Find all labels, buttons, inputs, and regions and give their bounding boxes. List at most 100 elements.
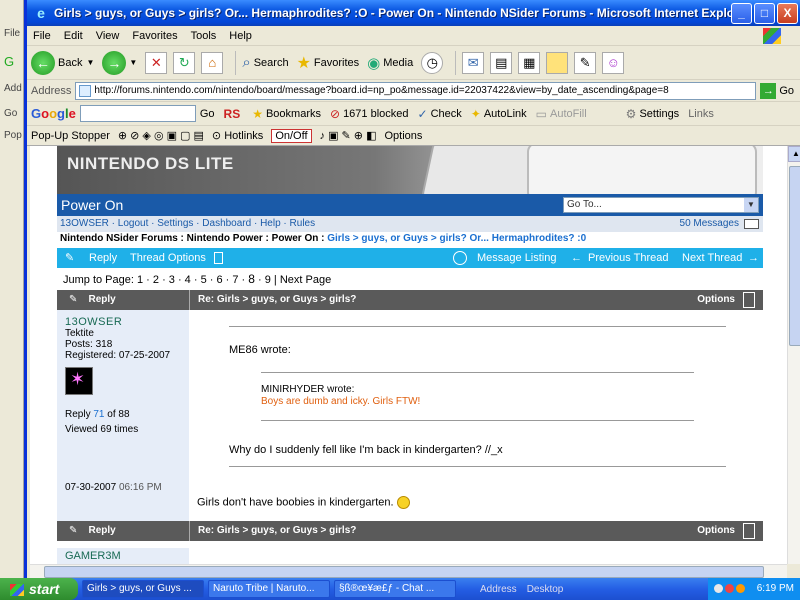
tray-icon[interactable] [725, 583, 734, 593]
history-icon[interactable]: ◷ [421, 51, 444, 74]
post-reply-button[interactable]: ✎ Reply [69, 290, 184, 310]
onoff-toggle[interactable]: On/Off [271, 128, 312, 143]
bookmarks-button[interactable]: ★ Bookmarks [252, 107, 321, 121]
options-button[interactable]: Options [384, 130, 422, 142]
tray-icon[interactable] [714, 583, 723, 593]
minimize-button[interactable]: _ [731, 2, 752, 24]
scroll-thumb[interactable] [44, 566, 764, 578]
message-listing-link[interactable]: Message Listing [477, 248, 557, 268]
page-links[interactable]: 1 · 2 · 3 · 4 · 5 · 6 · 7 · [137, 274, 245, 286]
forward-button[interactable]: → ▼ [102, 50, 138, 75]
messages-link[interactable]: 50 Messages [680, 216, 739, 232]
popup-stopper-label[interactable]: Pop-Up Stopper [31, 130, 110, 142]
back-button[interactable]: ← Back ▼ [31, 50, 94, 75]
menu-favorites[interactable]: Favorites [132, 30, 177, 42]
ghost-google: Go [4, 108, 18, 119]
refresh-icon[interactable]: ↻ [173, 51, 196, 74]
menu-file[interactable]: File [33, 30, 51, 42]
note-icon[interactable] [546, 51, 569, 74]
gear-icon: ⚙ [625, 106, 637, 121]
author-pane: 13OWSER Tektite Posts: 318 Registered: 0… [57, 310, 189, 521]
popup-blocked-button[interactable]: ⊘ 1671 blocked [330, 107, 409, 121]
rs-button[interactable]: RS [224, 107, 244, 121]
edit-icon[interactable]: ▦ [518, 51, 541, 74]
quote-divider [229, 466, 726, 467]
reply-icon: ✎ [69, 294, 78, 305]
mail-icon[interactable]: ✉ [462, 51, 485, 74]
vertical-scrollbar[interactable]: ▲ [787, 146, 800, 564]
address-toolbar-label[interactable]: Address [480, 584, 517, 595]
user-nav-links[interactable]: 13OWSER · Logout · Settings · Dashboard … [60, 218, 315, 229]
hotlinks-button[interactable]: ⊙ Hotlinks [212, 129, 263, 142]
home-icon[interactable]: ⌂ [201, 51, 224, 74]
maximize-button[interactable]: □ [754, 2, 775, 24]
go-button[interactable]: → Go [760, 82, 794, 99]
previous-thread-link[interactable]: Previous Thread [588, 248, 669, 268]
options-icon[interactable] [743, 292, 755, 308]
menu-tools[interactable]: Tools [191, 30, 217, 42]
scroll-up-icon[interactable]: ▲ [788, 146, 800, 162]
forward-arrow-icon: → [102, 50, 127, 75]
background-window[interactable]: File G Add Go Pop [0, 0, 24, 578]
autolink-button[interactable]: ✦ AutoLink [471, 107, 527, 121]
taskbar-item-naruto[interactable]: Naruto Tribe | Naruto... [208, 580, 330, 598]
ghost-address: Add [4, 83, 22, 94]
quote-divider [261, 420, 694, 421]
goto-select[interactable]: Go To... ▼ [563, 197, 759, 213]
start-button[interactable]: start [0, 578, 78, 600]
scroll-thumb[interactable] [789, 166, 800, 346]
thread-options-icon[interactable] [214, 248, 223, 268]
target-icon[interactable] [453, 248, 467, 268]
print-icon[interactable]: ▤ [490, 51, 513, 74]
menu-edit[interactable]: Edit [64, 30, 83, 42]
toolbar-icons-2[interactable]: ♪ ▣ ✎ ⊕ ◧ [320, 129, 377, 142]
post-options-link[interactable]: Options [697, 290, 735, 310]
search-button[interactable]: ⌕ Search [242, 54, 288, 71]
links-label[interactable]: Links [688, 108, 714, 120]
next-thread-link[interactable]: Next Thread [682, 248, 742, 268]
desktop-toolbar-label[interactable]: Desktop [527, 584, 564, 595]
taskbar-item-chat[interactable]: §ß®œ¥æ£ƒ - Chat ... [334, 580, 456, 598]
taskbar-item-ie[interactable]: Girls > guys, or Guys ... [82, 580, 204, 598]
google-settings-button[interactable]: ⚙ Settings [626, 107, 680, 121]
standard-toolbar: ← Back ▼ → ▼ ✕ ↻ ⌂ ⌕ Search ★ Favorites … [27, 46, 800, 80]
avatar[interactable]: ✶ [65, 367, 93, 395]
window-title: Girls > guys, or Guys > girls? Or... Her… [54, 6, 731, 20]
envelope-icon[interactable] [744, 219, 759, 229]
reply-link[interactable]: Reply [89, 248, 117, 268]
close-button[interactable]: X [777, 2, 798, 24]
reply-icon[interactable]: ✎ [65, 248, 74, 268]
tray-icon[interactable] [736, 583, 745, 593]
post-subject: Re: Girls > guys, or Guys > girls? [198, 294, 357, 305]
thread-options-link[interactable]: Thread Options [130, 248, 206, 268]
menu-help[interactable]: Help [229, 30, 252, 42]
smiley-icon [396, 496, 410, 509]
google-search-input[interactable] [79, 105, 196, 122]
next-page-links[interactable]: · 9 | Next Page [258, 274, 331, 286]
research-icon[interactable]: ✎ [574, 51, 597, 74]
jump-label: Jump to Page: [63, 274, 134, 286]
menu-view[interactable]: View [96, 30, 120, 42]
messenger-icon[interactable]: ☺ [602, 51, 625, 74]
reply-number-link[interactable]: 71 [93, 409, 104, 420]
google-go-button[interactable]: Go [200, 108, 215, 120]
horizontal-scrollbar[interactable] [30, 564, 787, 578]
breadcrumb-thread-link[interactable]: Girls > guys, or Guys > girls? Or... Her… [327, 233, 586, 244]
address-input[interactable]: http://forums.nintendo.com/nintendo/boar… [75, 81, 757, 100]
post-reply-button[interactable]: ✎ Reply [69, 521, 184, 541]
autofill-button[interactable]: ▭ AutoFill [536, 107, 587, 121]
author-username[interactable]: 13OWSER [65, 316, 181, 328]
title-bar[interactable]: e Girls > guys, or Guys > girls? Or... H… [27, 0, 800, 26]
media-button[interactable]: ◉ Media [367, 54, 413, 72]
favorites-button[interactable]: ★ Favorites [297, 53, 360, 73]
page-viewport[interactable]: NINTENDO DS LITE Power On Go To... ▼ 13O… [30, 146, 787, 564]
toolbar-icons[interactable]: ⊕ ⊘ ◈ ◎ ▣ ▢ ▤ [118, 129, 204, 142]
options-icon[interactable] [743, 523, 755, 539]
ghost-back: G [4, 54, 15, 69]
clock[interactable]: 6:19 PM [757, 578, 794, 600]
post-options-link[interactable]: Options [697, 521, 735, 541]
spellcheck-button[interactable]: ✓ Check [418, 107, 462, 121]
stop-icon[interactable]: ✕ [145, 51, 168, 74]
chevron-down-icon: ▼ [129, 58, 138, 67]
next-author-username[interactable]: GAMER3M [57, 548, 189, 564]
